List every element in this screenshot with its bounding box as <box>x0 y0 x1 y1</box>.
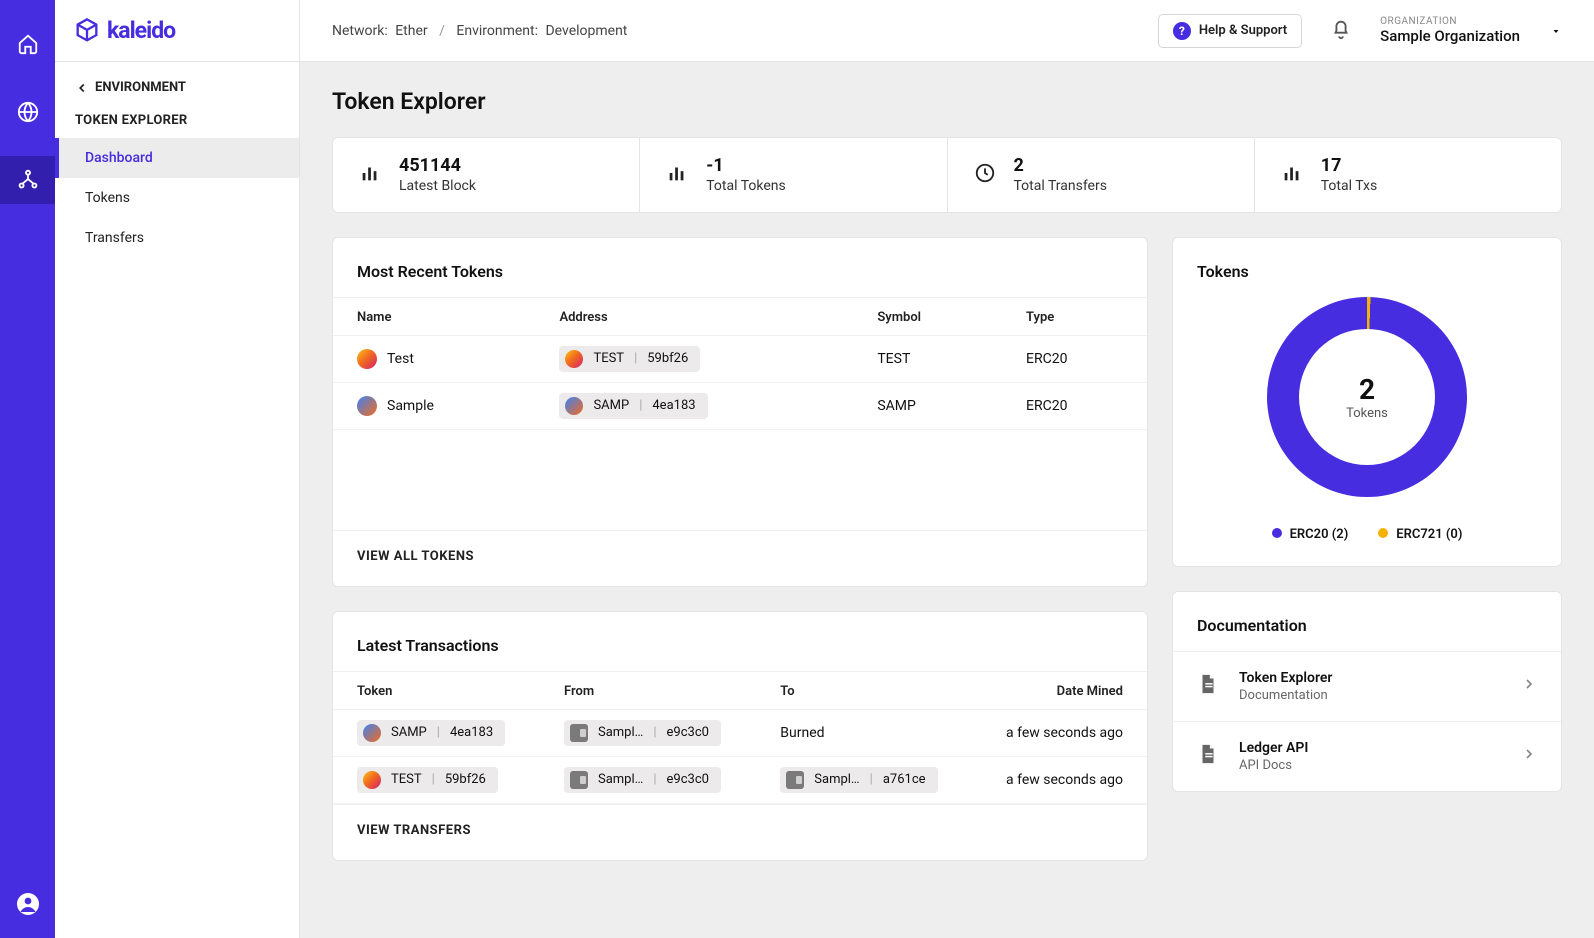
clock-icon <box>974 162 996 188</box>
sidebar-nav: Dashboard Tokens Transfers <box>55 138 299 258</box>
nav-tokens[interactable]: Tokens <box>55 178 299 218</box>
recent-tokens-card: Most Recent Tokens Name Address Symbol T… <box>332 237 1148 587</box>
wallet-icon <box>570 771 588 789</box>
org-label: ORGANIZATION <box>1380 16 1520 27</box>
stat-total-txs: 17Total Txs <box>1255 138 1561 212</box>
stat-latest-block: 451144Latest Block <box>333 138 640 212</box>
card-title: Latest Transactions <box>333 612 1147 671</box>
address-chip[interactable]: Sampl…|e9c3c0 <box>564 720 721 746</box>
token-chip[interactable]: SAMP|4ea183 <box>357 720 505 746</box>
wallet-icon <box>570 724 588 742</box>
brand-logo[interactable]: kaleido <box>55 0 299 62</box>
main: Network: Ether / Environment: Developmen… <box>300 0 1594 938</box>
topbar: Network: Ether / Environment: Developmen… <box>300 0 1594 62</box>
doc-link-token-explorer[interactable]: Token ExplorerDocumentation <box>1173 651 1561 721</box>
page-title: Token Explorer <box>332 88 1562 115</box>
doc-link-ledger-api[interactable]: Ledger APIAPI Docs <box>1173 721 1561 791</box>
document-icon <box>1197 673 1219 699</box>
account-icon <box>16 892 40 916</box>
notifications-button[interactable] <box>1330 18 1352 44</box>
card-title: Tokens <box>1197 262 1537 281</box>
stat-total-transfers: 2Total Transfers <box>948 138 1255 212</box>
rail-network[interactable] <box>0 88 55 136</box>
card-title: Most Recent Tokens <box>333 238 1147 297</box>
address-chip[interactable]: SAMP|4ea183 <box>559 393 707 419</box>
globe-icon <box>17 101 39 123</box>
rail-home[interactable] <box>0 20 55 68</box>
card-title: Documentation <box>1173 592 1561 651</box>
rail-topology[interactable] <box>0 156 55 204</box>
stats-row: 451144Latest Block -1Total Tokens 2Total… <box>332 137 1562 213</box>
token-avatar-icon <box>565 397 583 415</box>
left-rail <box>0 0 55 938</box>
view-all-tokens-button[interactable]: VIEW ALL TOKENS <box>333 530 1147 586</box>
breadcrumb: Network: Ether / Environment: Developmen… <box>332 23 627 39</box>
legend-item: ERC20 (2) <box>1272 527 1349 542</box>
token-avatar-icon <box>357 396 377 416</box>
bell-icon <box>1330 18 1352 40</box>
help-icon: ? <box>1173 22 1191 40</box>
breadcrumb-environment[interactable]: Development <box>545 23 627 39</box>
org-picker[interactable]: ORGANIZATION Sample Organization <box>1380 16 1562 45</box>
token-avatar-icon <box>565 350 583 368</box>
sidebar: kaleido ENVIRONMENT TOKEN EXPLORER Dashb… <box>55 0 300 938</box>
back-environment[interactable]: ENVIRONMENT <box>55 62 299 103</box>
documentation-card: Documentation Token ExplorerDocumentatio… <box>1172 591 1562 792</box>
latest-tx-table: Token From To Date Mined SAMP|4ea183 Sam… <box>333 671 1147 804</box>
latest-transactions-card: Latest Transactions Token From To Date M… <box>332 611 1148 861</box>
address-chip[interactable]: Sampl…|e9c3c0 <box>564 767 721 793</box>
tokens-donut-chart: 2 Tokens <box>1267 297 1467 497</box>
org-name: Sample Organization <box>1380 27 1520 45</box>
breadcrumb-network[interactable]: Ether <box>395 23 427 39</box>
back-label: ENVIRONMENT <box>95 80 186 95</box>
token-chip[interactable]: TEST|59bf26 <box>357 767 498 793</box>
view-transfers-button[interactable]: VIEW TRANSFERS <box>333 804 1147 860</box>
recent-tokens-table: Name Address Symbol Type Test TEST|59bf2… <box>333 297 1147 430</box>
chevron-right-icon <box>1521 676 1537 696</box>
wallet-icon <box>786 771 804 789</box>
brand-mark-icon <box>73 17 101 45</box>
table-row[interactable]: TEST|59bf26 Sampl…|e9c3c0 Sampl…|a761ce … <box>333 756 1147 803</box>
home-icon <box>17 33 39 55</box>
token-avatar-icon <box>357 349 377 369</box>
table-row[interactable]: SAMP|4ea183 Sampl…|e9c3c0 Burned a few s… <box>333 709 1147 756</box>
help-button[interactable]: ? Help & Support <box>1158 14 1302 48</box>
bar-chart-icon <box>666 162 688 188</box>
bar-chart-icon <box>359 162 381 188</box>
nav-dashboard[interactable]: Dashboard <box>55 138 299 178</box>
address-chip[interactable]: Sampl…|a761ce <box>780 767 937 793</box>
chevron-right-icon <box>1521 746 1537 766</box>
sidebar-section-title: TOKEN EXPLORER <box>55 103 299 134</box>
caret-down-icon <box>1550 25 1562 37</box>
topology-icon <box>17 169 39 191</box>
chart-legend: ERC20 (2) ERC721 (0) <box>1272 527 1463 542</box>
token-avatar-icon <box>363 724 381 742</box>
tokens-donut-card: Tokens 2 Tokens ERC20 (2) <box>1172 237 1562 567</box>
table-row[interactable]: Sample SAMP|4ea183 SAMP ERC20 <box>333 382 1147 429</box>
rail-account[interactable] <box>0 880 55 928</box>
document-icon <box>1197 743 1219 769</box>
token-avatar-icon <box>363 771 381 789</box>
legend-item: ERC721 (0) <box>1378 527 1462 542</box>
stat-total-tokens: -1Total Tokens <box>640 138 947 212</box>
brand-name: kaleido <box>107 17 175 44</box>
bar-chart-icon <box>1281 162 1303 188</box>
table-row[interactable]: Test TEST|59bf26 TEST ERC20 <box>333 335 1147 382</box>
address-chip[interactable]: TEST|59bf26 <box>559 346 700 372</box>
chevron-left-icon <box>75 81 89 95</box>
nav-transfers[interactable]: Transfers <box>55 218 299 258</box>
